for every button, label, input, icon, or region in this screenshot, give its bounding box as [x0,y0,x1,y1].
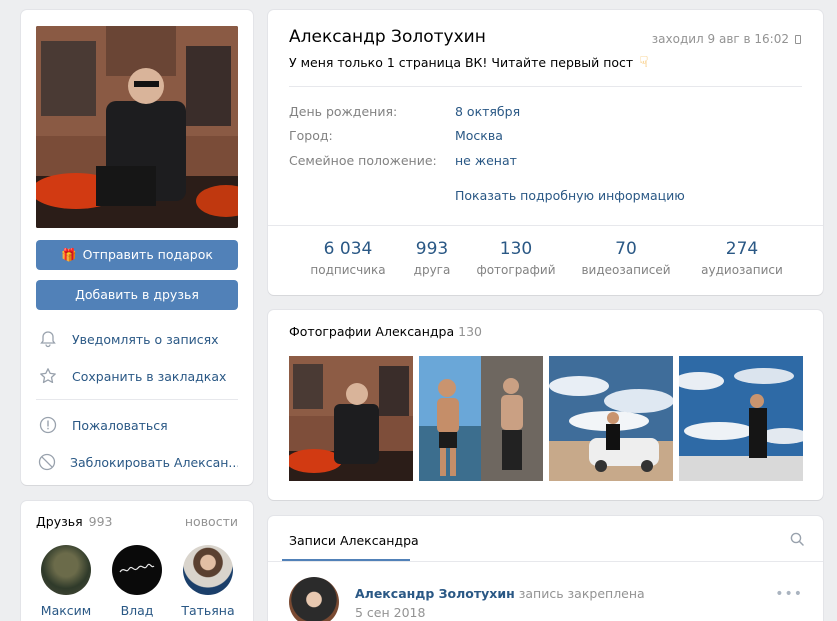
counter-videos[interactable]: 70 видеозаписей [576,239,676,277]
send-gift-button[interactable]: 🎁 Отправить подарок [36,240,238,270]
avatar-photo [36,26,238,228]
report-icon [38,415,58,435]
mobile-icon [795,34,801,44]
photo-thumbnail[interactable] [679,356,803,481]
report-item[interactable]: Пожаловаться [38,413,238,437]
show-more-info-link[interactable]: Показать подробную информацию [455,188,685,203]
block-icon [38,452,56,472]
friend-item[interactable]: Влад [107,545,167,618]
info-divider [289,86,802,87]
photo-thumbnail[interactable] [419,356,543,481]
photo-thumbnail[interactable] [549,356,673,481]
friend-item[interactable]: Максим [36,545,96,618]
post-date[interactable]: 5 сен 2018 [355,605,425,620]
notify-posts-item[interactable]: Уведомлять о записях [38,327,238,351]
post-author-link[interactable]: Александр Золотухин [355,586,515,601]
profile-sidebar-card: 🎁 Отправить подарок Добавить в друзья Уве… [21,10,253,485]
block-user-item[interactable]: Заблокировать Алексан... [38,450,238,474]
wall-card: Записи Александра Александр Золотухин за… [268,516,823,621]
tab-wall-posts[interactable]: Записи Александра [289,533,419,548]
bell-icon [38,329,58,349]
photos-header-link[interactable]: Фотографии Александра 130 [289,324,482,339]
menu-divider [36,399,238,400]
counter-audio[interactable]: 274 аудиозаписи [692,239,792,277]
photos-card: Фотографии Александра 130 [268,310,823,500]
friends-header: Друзья 993 новости [36,514,238,529]
profile-info-card: Александр Золотухин заходил 9 авг в 16:0… [268,10,823,295]
friend-avatar [112,545,162,595]
save-bookmark-item[interactable]: Сохранить в закладках [38,364,238,388]
gift-icon: 🎁 [61,247,77,262]
counter-friends[interactable]: 993 друга [402,239,462,277]
friend-item[interactable]: Татьяна [178,545,238,618]
birthday-link[interactable]: 8 октября [455,104,520,119]
star-icon [38,366,58,386]
add-friend-button[interactable]: Добавить в друзья [36,280,238,310]
search-icon[interactable] [790,532,804,546]
post-author-line: Александр Золотухин запись закреплена [355,586,645,601]
post-menu-icon[interactable]: ••• [775,586,803,602]
profile-status: У меня только 1 страница ВК! Читайте пер… [289,53,649,71]
photo-thumbnail[interactable] [289,356,413,481]
post-author-avatar[interactable] [289,577,339,621]
counter-followers[interactable]: 6 034 подписчика [304,239,392,277]
city-link[interactable]: Москва [455,128,503,143]
counter-photos[interactable]: 130 фотографий [472,239,560,277]
friends-title-link[interactable]: Друзья 993 [36,514,113,529]
last-seen-status: заходил 9 авг в 16:02 [652,32,801,46]
profile-avatar[interactable] [36,26,238,228]
active-tab-underline [282,559,410,561]
profile-name: Александр Золотухин [289,27,486,47]
friends-card: Друзья 993 новости Максим Влад Татьяна [21,501,253,621]
counters-divider [268,225,823,226]
friend-avatar [183,545,233,595]
friends-news-link[interactable]: новости [185,514,238,529]
friend-avatar [41,545,91,595]
pointing-down-icon: ☟ [639,53,649,71]
relationship-link[interactable]: не женат [455,153,517,168]
wall-divider [268,561,823,562]
